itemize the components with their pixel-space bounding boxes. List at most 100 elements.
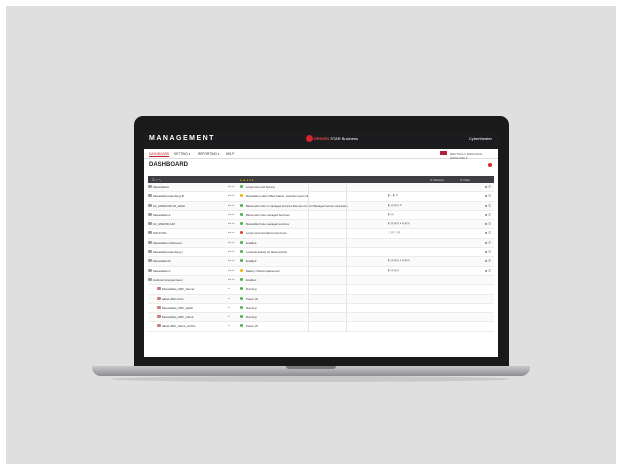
row-action-icons[interactable]: ⚙ ☰ <box>485 241 491 245</box>
device-name[interactable]: Messtablet-Cabinets-I <box>153 241 182 245</box>
table-row[interactable]: tablet-ZDF_Client_Archiv ● Power off <box>148 322 494 332</box>
table-row[interactable]: Messtablet-Hamburg-B ●● ▲ Messtablet onlin… <box>148 192 494 202</box>
device-meta[interactable]: ◧ ▤ <box>388 213 394 216</box>
device-name[interactable]: Messtablets <box>153 185 169 189</box>
device-icon <box>157 296 161 300</box>
device-badges: ●● ▲ <box>228 231 235 235</box>
alert-icon[interactable] <box>488 163 492 167</box>
laptop-shadow <box>110 376 510 382</box>
status-dot-icon <box>240 185 243 188</box>
header-tools[interactable]: ☰ ⤢ ⤡ <box>152 178 161 182</box>
device-status: Power off <box>246 296 258 301</box>
device-name[interactable]: Messtablet-C <box>153 269 171 273</box>
refresh-button[interactable]: ⟳ Refresh <box>430 178 444 182</box>
row-action-icons[interactable]: ⚙ ☰ <box>485 259 491 263</box>
language-select[interactable]: DEUTSCH / ENGLISCH (ENGLISH) ▾ <box>450 152 498 160</box>
device-table: Messtablets ●● ▲ Local mine and Service ⚙ ☰… <box>148 183 494 332</box>
row-action-icons[interactable]: ⚙ ☰ <box>485 213 491 217</box>
menu-dashboard[interactable]: DASHBOARD <box>149 152 169 156</box>
device-name[interactable]: tablet-ZDF_Client_Archiv <box>162 324 196 328</box>
table-row[interactable]: Messtablet-Hamburg-I ●● ▲ Local list activ… <box>148 248 494 258</box>
table-row[interactable]: Messtablet_ZDF_Client ● Running <box>148 313 494 323</box>
column-divider <box>346 266 347 275</box>
device-name[interactable]: tablet-ZDF-Kran <box>162 297 184 301</box>
column-divider <box>346 183 347 192</box>
device-status: Messtablet hole managed services <box>246 222 290 227</box>
device-name[interactable]: Messtablet-Hamburg-B <box>153 194 184 198</box>
page-title: DASHBOARD <box>149 162 188 168</box>
column-divider <box>308 303 309 313</box>
column-divider <box>308 229 309 238</box>
row-action-icons[interactable]: ⚙ ☰ <box>485 222 491 226</box>
device-name[interactable]: SOLTOOL <box>153 231 167 235</box>
device-status: Power off <box>246 324 258 329</box>
table-row[interactable]: Messtablets ●● ▲ Local mine and Service ⚙ ☰ <box>148 183 494 193</box>
column-divider <box>308 275 309 285</box>
table-row[interactable]: 10_ANDROID-15_tablet ●● ▲ Below also hole … <box>148 201 494 211</box>
status-dot-icon <box>240 231 243 235</box>
device-icon <box>148 240 152 244</box>
row-action-icons[interactable]: ⚙ ☰ <box>485 185 491 189</box>
device-name[interactable]: 10_ANDOR-128 <box>153 222 175 226</box>
device-name[interactable]: Messtablet_ZDF_Server <box>162 287 195 291</box>
menu-setting[interactable]: SETTING ▾ <box>174 152 190 156</box>
device-meta[interactable]: ◧ ▤ ▮ ▤ <box>388 269 399 272</box>
column-divider <box>346 303 347 313</box>
status-dot-icon <box>240 250 243 254</box>
table-row[interactable]: Messtablet_ZDF_Server ● Running <box>148 285 494 295</box>
device-name[interactable]: Messtablet_ZDF_tablet <box>162 306 193 310</box>
status-dot-icon <box>240 222 243 226</box>
device-meta[interactable]: ◧ ▤ ▮ ▤ ● ▤ ▮ ▤ <box>388 222 410 225</box>
device-status: Messtablet online Mittel Status - last l… <box>246 194 310 199</box>
column-divider <box>346 192 347 201</box>
device-badges: ●● ▲ <box>228 250 235 254</box>
device-badges: ● <box>228 324 230 328</box>
table-row[interactable]: Messtablet-A ●● ▲ Below also hole managed … <box>148 210 494 221</box>
column-divider <box>346 294 347 303</box>
row-action-icons[interactable]: ⚙ ☰ <box>485 231 491 235</box>
column-divider <box>346 229 347 238</box>
table-row[interactable]: Messtablet-C ●● ▲ Battery critical replace… <box>148 266 494 276</box>
menu-reporting[interactable]: REPORTING ▾ <box>198 152 219 156</box>
device-icon <box>148 212 152 216</box>
device-meta[interactable]: ◧ - ◧ ⚙ <box>388 194 398 197</box>
row-action-icons[interactable]: ⚙ ☰ <box>485 194 491 198</box>
table-row[interactable]: 10_ANDOR-128 ●● ▲ Messtablet hole managed … <box>148 220 494 230</box>
table-row[interactable]: Messtablet_ZDF_tablet ● Running <box>148 303 494 314</box>
row-action-icons[interactable]: ⚙ ☰ <box>485 250 491 254</box>
device-status: Running <box>246 287 257 292</box>
user-menu[interactable]: Cybertheater <box>469 136 492 141</box>
status-dot-icon <box>240 287 243 291</box>
device-meta[interactable]: ▢ ▤ ▢ ▤ <box>388 231 400 234</box>
status-dot-icon <box>240 315 243 319</box>
table-row[interactable]: SOLTOOL ●● ▲ Local communications few hour… <box>148 229 494 239</box>
device-badges: ●● ▲ <box>228 277 235 281</box>
device-meta[interactable]: ◧ ▤ ▮ ▤ ● ▤ ▮ ▤ <box>388 259 410 262</box>
column-divider <box>308 313 309 322</box>
device-name[interactable]: 10_ANDROID-15_tablet <box>153 204 185 208</box>
table-row[interactable]: Messtablet-Cabinets-I ●● ▲ Enabled ⚙ ☰ <box>148 238 494 249</box>
device-name[interactable]: Messtablet_ZDF_Client <box>162 315 193 319</box>
top-bar: MANAGEMENT DRIVEN STAR Business Cyberthe… <box>144 131 498 149</box>
column-divider <box>346 248 347 257</box>
device-name[interactable]: Messtablet-A <box>153 213 171 217</box>
device-icon <box>148 222 152 226</box>
row-action-icons[interactable]: ⚙ ☰ <box>485 269 491 273</box>
device-icon <box>148 277 152 281</box>
device-badges: ●● ▲ <box>228 268 235 272</box>
menu-help[interactable]: HELP <box>226 152 234 156</box>
device-name[interactable]: Messtablet-Hamburg-I <box>153 250 183 254</box>
flag-icon[interactable] <box>440 151 447 155</box>
row-action-icons[interactable]: ⚙ ☰ <box>485 204 491 208</box>
device-meta[interactable]: ◧ ▤ ▮ ▤ ⚙ <box>388 204 402 207</box>
device-name[interactable]: Android-Gruppenraum <box>153 278 183 282</box>
column-divider <box>308 294 309 303</box>
table-row[interactable]: tablet-ZDF-Kran ● Power off <box>148 294 494 304</box>
table-row[interactable]: Android-Gruppenraum ●● ▲ Enabled <box>148 275 494 286</box>
table-row[interactable]: Messtablet-B ●● ▲ Enabled ◧ ▤ ▮ ▤ ● ▤ ▮ ▤ ⚙ … <box>148 257 494 267</box>
device-status: Local mine and Service <box>246 185 276 189</box>
device-badges: ●● ▲ <box>228 222 235 226</box>
filter-button[interactable]: ⇅ Filter <box>460 178 470 182</box>
device-name[interactable]: Messtablet-B <box>153 259 171 263</box>
column-divider <box>346 210 347 220</box>
